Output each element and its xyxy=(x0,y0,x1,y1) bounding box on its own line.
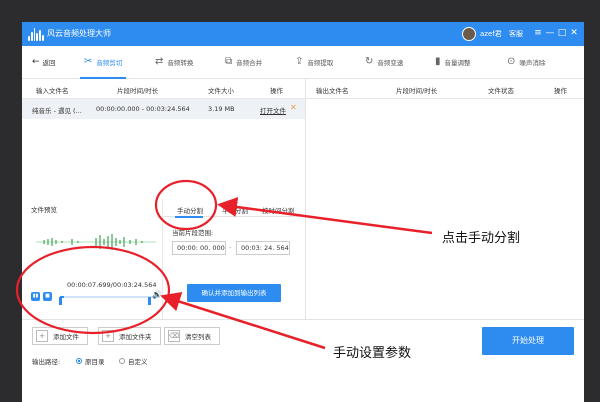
arrow-to-params xyxy=(160,292,326,350)
arrow-to-manual-split xyxy=(217,197,433,235)
annotation-overlay xyxy=(15,179,433,350)
highlight-manual-split-ellipse xyxy=(154,179,218,231)
highlight-params-ellipse xyxy=(15,245,171,335)
annotation-set-params: 手动设置参数 xyxy=(333,346,412,361)
annotation-click-manual: 点击手动分割 xyxy=(442,231,521,246)
